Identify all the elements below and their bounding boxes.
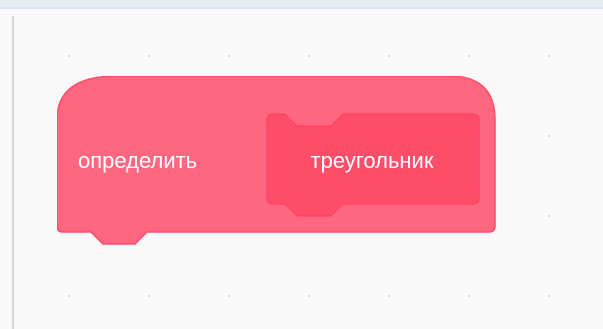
define-label: определить bbox=[78, 148, 198, 173]
top-bar bbox=[0, 0, 603, 9]
procedure-name-label[interactable]: треугольник bbox=[264, 144, 480, 178]
